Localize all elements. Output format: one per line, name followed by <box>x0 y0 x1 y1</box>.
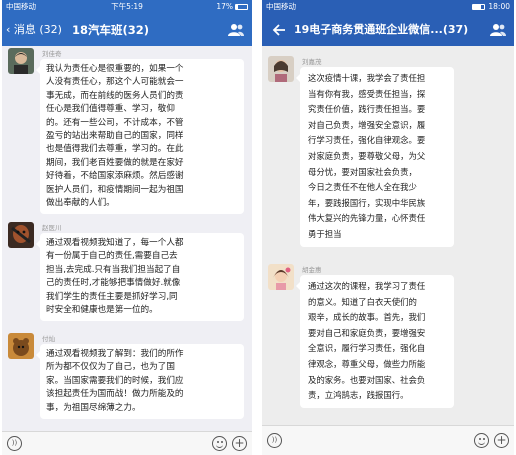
avatar[interactable] <box>268 264 294 290</box>
voice-input-icon[interactable]: )) <box>267 433 282 448</box>
chat-header: 19电子商务贯通班企业微信...(37) <box>262 14 514 46</box>
back-button[interactable]: ‹ 消息 (32) <box>6 14 62 46</box>
message-line: 对家庭负责，要尊敬父母，为父 <box>308 150 426 161</box>
right-phone-screen: 中国移动 18:00 19电子商务贯通班企业微信...(37) 刘嘉茂 这次疫情… <box>262 0 514 455</box>
message-line: 任心是我们值得尊重、学习，敬仰 <box>46 104 175 115</box>
back-arrow-icon[interactable] <box>272 23 286 37</box>
voice-input-icon[interactable]: )) <box>7 436 22 451</box>
sender-name: 刘嘉茂 <box>302 58 322 66</box>
battery-icon <box>472 4 486 10</box>
battery-indicator: 17% <box>216 0 248 14</box>
message-bubble[interactable]: 通过观看视频我知道了，每一个人都 有一份属于自己的责任,需要自己去 担当,去完成… <box>36 233 244 322</box>
avatar[interactable] <box>268 56 294 82</box>
message-line: 要对自己和家庭负责，要增强安 <box>308 327 426 338</box>
chat-title: 18汽车班(32) <box>72 23 150 37</box>
plus-icon[interactable]: + <box>494 433 509 448</box>
chat-title: 19电子商务贯通班企业微信...(37) <box>294 23 469 36</box>
sender-name: 胡金惠 <box>302 266 322 274</box>
group-members-icon[interactable] <box>228 23 244 37</box>
avatar[interactable] <box>8 48 34 74</box>
message-line: 通过这次的课程，我学习了责任 <box>308 281 426 291</box>
status-bar: 中国移动 18:00 <box>262 0 514 14</box>
message-line: 有一份属于自己的责任,需要自己去 <box>46 251 178 262</box>
battery-icon <box>235 4 248 10</box>
message-input-bar: )) + <box>262 425 514 455</box>
message-bubble[interactable]: 通过这次的课程，我学习了责任 的意义。知道了白衣天使们的 艰辛，成长的故事。首先… <box>296 275 454 408</box>
message-line: 医护人员们，和疫情期间一起为祖国 <box>46 184 184 195</box>
sender-name: 刘佳奇 <box>42 50 62 58</box>
message-line: 该担起责任为国而战！做力所能及的 <box>46 389 184 400</box>
status-right: 18:00 <box>470 0 510 14</box>
message-line: 及的家务。也要对国家、社会负 <box>308 374 426 385</box>
message-line: 年，要践报国行，实现中华民族 <box>308 197 426 208</box>
left-phone-screen: 中国移动 下午5:19 17% ‹ 消息 (32) 18汽车班(32) 刘佳奇 … <box>2 0 252 455</box>
message-line: 我们学生的责任主要是抓好学习,同 <box>46 291 178 302</box>
message-input-bar: )) + <box>2 431 252 455</box>
emoji-icon[interactable] <box>474 433 489 448</box>
message-line: 伟大复兴的先锋力量，心怀责任 <box>308 213 426 224</box>
message-bubble[interactable]: 我认为责任心是很重要的，如果一个 人没有责任心，那这个人可能就会一 事无成，而在… <box>36 59 244 215</box>
message-line: 通过观看视频我了解到：我们的所作 <box>46 349 184 359</box>
status-bar: 中国移动 下午5:19 17% <box>2 0 252 14</box>
sender-name: 赵医川 <box>42 224 62 232</box>
message-line: 勇于担当 <box>308 228 342 239</box>
avatar[interactable] <box>8 333 34 359</box>
message-bubble[interactable]: 这次疫情十课，我学会了责任担 当有你有我，感受责任担当，探 究责任价值，践行责任… <box>296 67 454 247</box>
battery-percent: 17% <box>216 2 233 11</box>
message-line: 这次疫情十课，我学会了责任担 <box>308 73 426 83</box>
emoji-icon[interactable] <box>212 436 227 451</box>
message-line: 艰辛，成长的故事。首先，我们 <box>308 312 426 323</box>
message-line: 究责任价值，践行责任担当。要 <box>308 104 426 115</box>
message-line: 全意识，履行学习责任，强化自 <box>308 343 426 354</box>
chat-header: ‹ 消息 (32) 18汽车班(32) <box>2 14 252 46</box>
message-line: 通过观看视频我知道了，每一个人都 <box>46 238 184 248</box>
message-line: 时安全和健康也是第一位的。 <box>46 305 158 316</box>
message-line: 律观念，尊重父母，做些力所能 <box>308 358 426 369</box>
message-line: 好待着，不给国家添麻烦。然后感谢 <box>46 171 184 182</box>
message-line: 家。当国家需要我们的时候，我们应 <box>46 375 184 386</box>
group-members-icon[interactable] <box>490 23 506 37</box>
message-line: 盈亏的站出来帮助自己的国家，同样 <box>46 131 184 142</box>
carrier-label: 中国移动 <box>266 2 296 11</box>
message-line: 母分忧，要对国家社会负责， <box>308 166 417 177</box>
message-line: 己的责任时,才能够把事情做好.就像 <box>46 278 181 289</box>
message-bubble[interactable]: 通过观看视频我了解到：我们的所作 所为都不仅仅为了自己，也为了国 家。当国家需要… <box>36 344 244 420</box>
message-line: 当有你有我，感受责任担当，探 <box>308 88 426 99</box>
clock: 18:00 <box>488 2 510 11</box>
message-line: 今日之责任不在他人全在我少 <box>308 182 417 193</box>
message-line: 责，立鸿鹄志，践报国行。 <box>308 390 409 401</box>
message-line: 做出奉献的人们。 <box>46 198 115 209</box>
avatar[interactable] <box>8 222 34 248</box>
message-line: 人没有责任心，那这个人可能就会一 <box>46 77 184 88</box>
plus-icon[interactable]: + <box>232 436 247 451</box>
message-line: 事无成，而在前线的医务人员们的责 <box>46 90 184 101</box>
sender-name: 付灿 <box>42 335 55 343</box>
message-line: 事，为祖国尽绵薄之力。 <box>46 402 141 413</box>
message-line: 的。还有一些公司，不计成本，不管 <box>46 117 184 128</box>
message-line: 期间，我们老百姓要做的就是在家好 <box>46 157 184 168</box>
message-line: 担当,去完成.只有当我们担当起了自 <box>46 264 181 275</box>
message-line: 我认为责任心是很重要的，如果一个 <box>46 64 184 74</box>
message-line: 对自己负责，增强安全意识，履 <box>308 119 426 130</box>
message-line: 的意义。知道了白衣天使们的 <box>308 296 417 307</box>
message-line: 也是值得我们去尊重，学习的。在此 <box>46 144 184 155</box>
clock: 下午5:19 <box>111 2 143 11</box>
message-line: 所为都不仅仅为了自己，也为了国 <box>46 362 175 373</box>
message-line: 行学习责任，强化自律观念。要 <box>308 135 426 146</box>
